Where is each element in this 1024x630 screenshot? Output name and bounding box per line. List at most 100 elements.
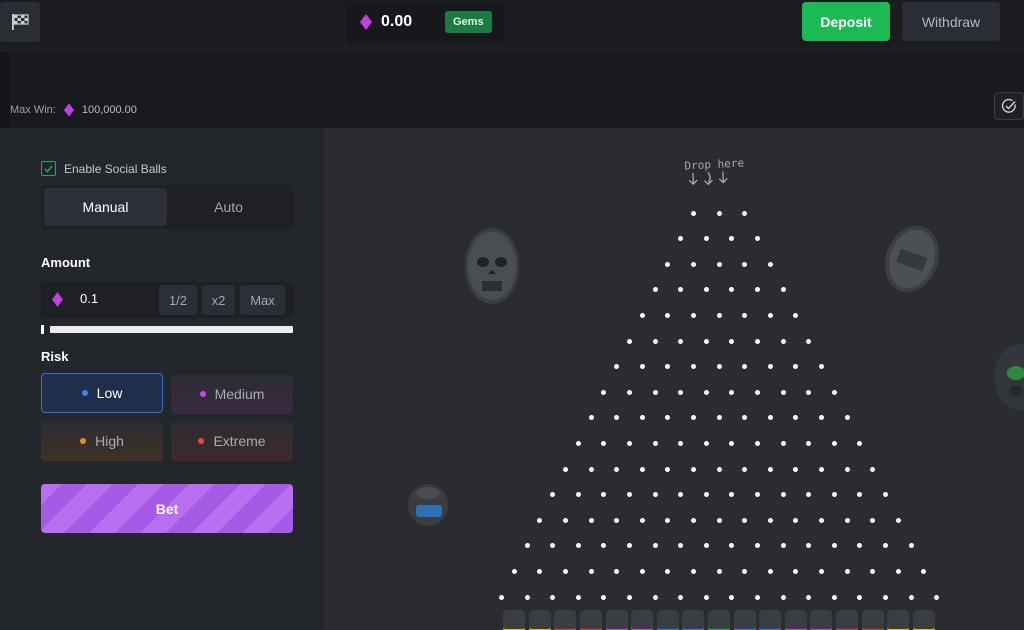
plinko-peg [639, 364, 645, 370]
plinko-peg [703, 543, 709, 549]
plinko-peg [550, 594, 556, 600]
plinko-peg [703, 440, 709, 446]
fairness-check-button[interactable] [994, 92, 1024, 120]
checkered-flag-icon [12, 14, 29, 30]
plinko-peg [639, 466, 645, 472]
amount-field[interactable]: 0.1 1/2 x2 Max [41, 282, 293, 318]
tab-manual[interactable]: Manual [44, 188, 167, 226]
plinko-peg [754, 492, 760, 498]
plinko-peg [690, 466, 696, 472]
plinko-peg [588, 517, 594, 523]
plinko-peg [626, 440, 632, 446]
plinko-peg [754, 236, 760, 242]
plinko-peg [601, 440, 607, 446]
multiplier-slot [554, 610, 577, 630]
plinko-peg [767, 517, 773, 523]
risk-dot-icon [199, 391, 206, 397]
plinko-peg [844, 466, 850, 472]
race-flag-button[interactable] [0, 2, 40, 42]
plinko-peg [639, 312, 645, 318]
plinko-peg [895, 517, 901, 523]
plinko-peg [575, 440, 581, 446]
max-win: Max Win: 100,000.00 [10, 103, 137, 117]
social-balls-checkbox[interactable] [41, 161, 56, 176]
plinko-peg [742, 210, 748, 216]
plinko-peg [754, 389, 760, 395]
plinko-peg [665, 415, 671, 421]
plinko-peg [729, 492, 735, 498]
plinko-peg [844, 415, 850, 421]
plinko-peg [703, 338, 709, 344]
tab-auto[interactable]: Auto [167, 188, 290, 226]
plinko-peg [742, 517, 748, 523]
plinko-peg [690, 312, 696, 318]
bet-button[interactable]: Bet [41, 484, 293, 533]
plinko-peg [857, 594, 863, 600]
plinko-peg [690, 517, 696, 523]
plinko-peg [818, 466, 824, 472]
plinko-peg [767, 568, 773, 574]
plinko-peg [754, 287, 760, 293]
risk-medium-button[interactable]: Medium [171, 374, 293, 414]
plinko-peg [665, 261, 671, 267]
multiplier-slot [656, 610, 679, 630]
plinko-peg [703, 389, 709, 395]
plinko-peg [511, 568, 517, 574]
plinko-peg [818, 517, 824, 523]
plinko-peg [690, 210, 696, 216]
plinko-peg [882, 543, 888, 549]
risk-high-button[interactable]: High [41, 421, 163, 461]
amount-input[interactable]: 0.1 [80, 291, 98, 306]
check-circle-icon [1001, 98, 1016, 113]
mode-tabs: Manual Auto [41, 185, 293, 229]
plinko-peg [652, 338, 658, 344]
multiplier-slot [759, 610, 782, 630]
plinko-peg [754, 594, 760, 600]
plinko-peg [562, 568, 568, 574]
balance-display[interactable]: 0.00 Gems [346, 2, 504, 42]
plinko-peg [908, 594, 914, 600]
risk-dot-icon [81, 390, 88, 396]
amount-slider[interactable] [41, 325, 293, 334]
plinko-peg [562, 466, 568, 472]
deposit-button[interactable]: Deposit [802, 2, 890, 41]
plinko-peg [626, 389, 632, 395]
plinko-peg [767, 415, 773, 421]
plinko-peg [678, 338, 684, 344]
plinko-peg [754, 543, 760, 549]
plinko-peg [678, 389, 684, 395]
plinko-peg [767, 364, 773, 370]
plinko-peg [550, 543, 556, 549]
plinko-peg [716, 568, 722, 574]
plinko-peg [857, 543, 863, 549]
risk-extreme-button[interactable]: Extreme [171, 421, 293, 461]
half-amount-button[interactable]: 1/2 [159, 285, 197, 315]
plinko-peg [575, 594, 581, 600]
top-bar: 0.00 Gems Deposit Withdraw [0, 0, 1024, 44]
slider-track[interactable] [50, 326, 293, 333]
skull-ball-icon [884, 225, 940, 293]
info-strip [0, 52, 1024, 128]
plinko-peg [780, 543, 786, 549]
social-balls-label: Enable Social Balls [64, 161, 167, 176]
slider-handle[interactable] [41, 325, 44, 334]
multiplier-slot [861, 610, 884, 630]
plinko-peg [831, 492, 837, 498]
plinko-peg [806, 389, 812, 395]
risk-low-button[interactable]: Low [41, 373, 163, 413]
plinko-peg [882, 594, 888, 600]
multiplier-slot [784, 610, 807, 630]
plinko-peg [626, 492, 632, 498]
plinko-peg [562, 517, 568, 523]
double-amount-button[interactable]: x2 [202, 285, 235, 315]
withdraw-button[interactable]: Withdraw [902, 2, 1000, 41]
plinko-peg [690, 415, 696, 421]
currency-badge[interactable]: Gems [445, 11, 492, 33]
risk-high-label: High [95, 433, 124, 449]
plinko-peg [601, 543, 607, 549]
plinko-peg [716, 517, 722, 523]
max-amount-button[interactable]: Max [240, 285, 285, 315]
social-balls-toggle[interactable]: Enable Social Balls [41, 161, 167, 176]
plinko-peg [652, 440, 658, 446]
risk-extreme-label: Extreme [213, 433, 266, 449]
